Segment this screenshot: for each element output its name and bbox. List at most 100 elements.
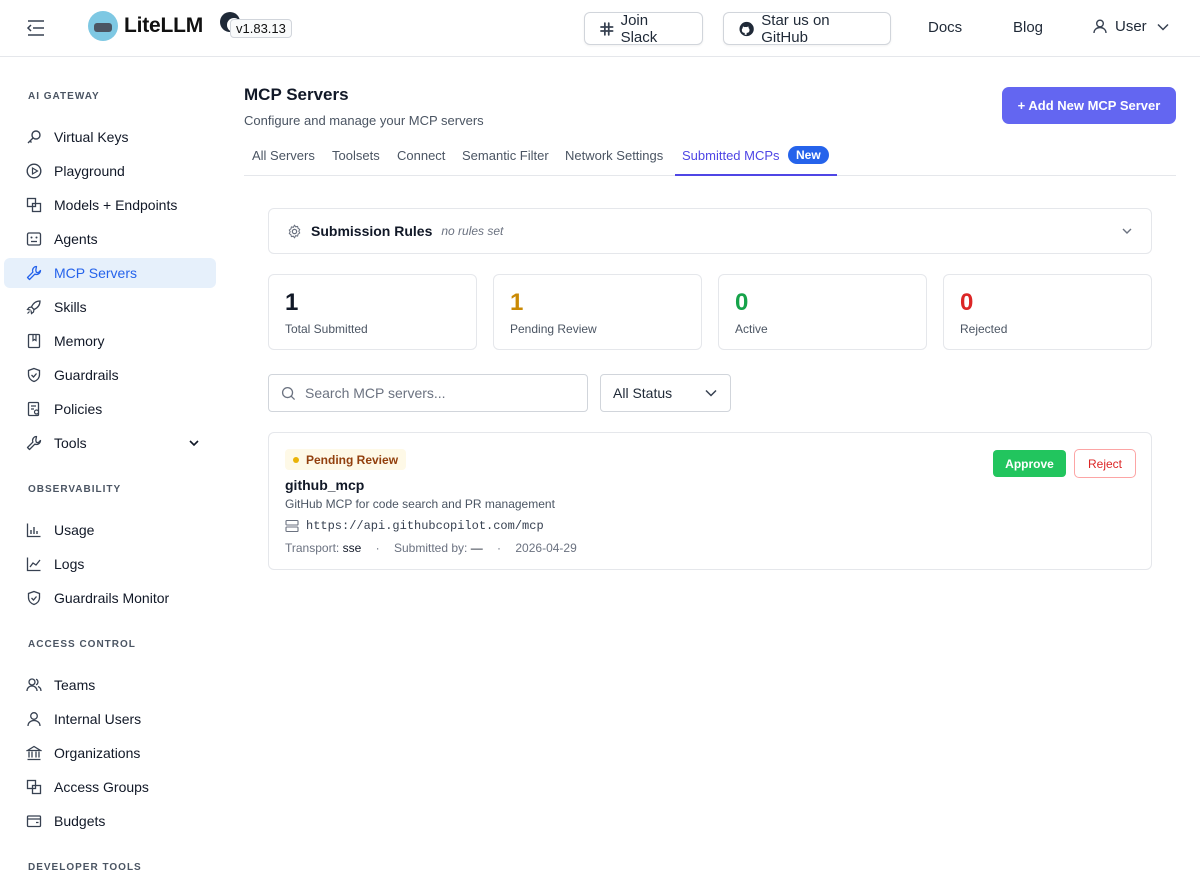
server-name: github_mcp [285, 477, 365, 493]
bank-icon [26, 745, 42, 761]
section-developer-tools: DEVELOPER TOOLS [28, 862, 142, 873]
litellm-logo-icon [88, 11, 118, 41]
play-circle-icon [26, 163, 42, 179]
docs-link[interactable]: Docs [928, 19, 962, 36]
sidebar-item-playground[interactable]: Playground [4, 156, 216, 186]
sidebar-item-guardrails[interactable]: Guardrails [4, 360, 216, 390]
sidebar-item-label: Logs [54, 556, 85, 572]
chevron-down-icon [705, 389, 717, 397]
sidebar-item-virtual-keys[interactable]: Virtual Keys [4, 122, 216, 152]
submitted-date: 2026-04-29 [515, 541, 577, 555]
submission-rules-note: no rules set [441, 224, 504, 238]
section-observability: OBSERVABILITY [28, 484, 122, 495]
sidebar-item-models-endpoints[interactable]: Models + Endpoints [4, 190, 216, 220]
app-name: LiteLLM [124, 14, 204, 37]
line-chart-icon [26, 557, 41, 572]
audit-icon [27, 401, 40, 417]
meta-separator: · [375, 541, 380, 555]
stat-label: Pending Review [510, 322, 597, 336]
tab-submitted-mcps[interactable]: Submitted MCPs [682, 148, 780, 163]
sidebar-item-guardrails-monitor[interactable]: Guardrails Monitor [4, 583, 216, 613]
search-input[interactable] [305, 385, 575, 401]
sidebar-item-usage[interactable]: Usage [4, 515, 216, 545]
stat-card-pending-review: 1 Pending Review [493, 274, 702, 350]
tool-icon [26, 265, 42, 281]
submission-rules-panel[interactable]: Submission Rules no rules set [268, 208, 1152, 254]
join-slack-label: Join Slack [620, 11, 658, 46]
transport-label: Transport: [285, 541, 340, 555]
sidebar-item-label: Skills [54, 299, 87, 315]
add-mcp-server-button[interactable]: + Add New MCP Server [1002, 87, 1176, 124]
sidebar-item-skills[interactable]: Skills [4, 292, 216, 322]
sidebar-item-label: Usage [54, 522, 95, 538]
section-ai-gateway: AI GATEWAY [28, 91, 100, 102]
submission-card: Pending Review github_mcp GitHub MCP for… [268, 432, 1152, 570]
tab-toolsets[interactable]: Toolsets [332, 148, 380, 163]
status-dot-icon [293, 456, 299, 463]
server-description: GitHub MCP for code search and PR manage… [285, 497, 555, 511]
active-tab-indicator [675, 174, 837, 176]
star-github-button[interactable]: Star us on GitHub [723, 12, 891, 46]
sidebar-item-access-groups[interactable]: Access Groups [4, 772, 216, 802]
sidebar-item-memory[interactable]: Memory [4, 326, 216, 356]
join-slack-button[interactable]: Join Slack [584, 11, 703, 46]
status-badge-label: Pending Review [306, 452, 399, 467]
sidebar-item-agents[interactable]: Agents [4, 224, 216, 254]
sidebar-item-logs[interactable]: Logs [4, 549, 216, 579]
rocket-icon [26, 300, 41, 315]
sidebar-item-label: Virtual Keys [54, 129, 129, 145]
main-content: MCP Servers Configure and manage your MC… [222, 57, 1200, 896]
section-access-control: ACCESS CONTROL [28, 639, 136, 650]
stat-value: 0 [960, 289, 974, 316]
server-url-row: https://api.githubcopilot.com/mcp [285, 519, 544, 533]
sidebar-item-label: Internal Users [54, 711, 142, 727]
tab-semantic-filter[interactable]: Semantic Filter [462, 148, 549, 163]
sidebar-item-label: Teams [54, 677, 96, 693]
slack-icon [600, 21, 614, 36]
server-icon [285, 519, 299, 533]
stat-label: Active [735, 322, 768, 336]
status-filter-select[interactable]: All Status [600, 374, 731, 412]
book-icon [27, 333, 41, 349]
page-subtitle: Configure and manage your MCP servers [244, 113, 484, 128]
sidebar-item-policies[interactable]: Policies [4, 394, 216, 424]
app-logo[interactable]: LiteLLM [88, 11, 203, 41]
stat-card-rejected: 0 Rejected [943, 274, 1152, 350]
status-filter-value: All Status [613, 385, 673, 401]
sidebar-item-label: MCP Servers [54, 265, 137, 281]
wallet-icon [26, 815, 42, 828]
new-badge: New [788, 146, 829, 164]
chevron-down-icon [1122, 228, 1132, 234]
shield-check-icon [27, 367, 41, 383]
search-box[interactable] [268, 374, 588, 412]
block-icon [26, 779, 42, 795]
top-bar: LiteLLM v1.83.13 Join Slack Star us on G… [0, 0, 1200, 57]
github-icon [739, 21, 754, 36]
sidebar-item-label: Guardrails [54, 367, 119, 383]
sidebar-item-budgets[interactable]: Budgets [4, 806, 216, 836]
reject-button[interactable]: Reject [1074, 449, 1136, 478]
submission-rules-title: Submission Rules [311, 223, 433, 239]
tab-connect[interactable]: Connect [397, 148, 445, 163]
sidebar-item-label: Tools [54, 435, 87, 451]
sidebar-item-internal-users[interactable]: Internal Users [4, 704, 216, 734]
stat-value: 1 [285, 289, 299, 316]
sidebar-item-mcp-servers[interactable]: MCP Servers [4, 258, 216, 288]
submitted-by-label: Submitted by: [393, 541, 468, 555]
user-menu[interactable]: User [1093, 18, 1169, 35]
shield-check-icon [27, 590, 41, 606]
sidebar-item-tools[interactable]: Tools [4, 428, 216, 458]
approve-button[interactable]: Approve [993, 450, 1066, 477]
stat-value: 0 [735, 289, 749, 316]
sidebar-item-organizations[interactable]: Organizations [4, 738, 216, 768]
tool-icon [26, 435, 42, 451]
transport-value: sse [342, 541, 362, 555]
sidebar-item-label: Playground [54, 163, 125, 179]
sidebar-item-teams[interactable]: Teams [4, 670, 216, 700]
tab-all-servers[interactable]: All Servers [252, 148, 315, 163]
tab-network-settings[interactable]: Network Settings [565, 148, 663, 163]
blog-link[interactable]: Blog [1013, 19, 1043, 36]
collapse-sidebar-icon[interactable] [26, 19, 46, 37]
bar-chart-icon [26, 523, 41, 538]
sidebar: AI GATEWAY Virtual Keys Playground Model… [0, 57, 222, 896]
